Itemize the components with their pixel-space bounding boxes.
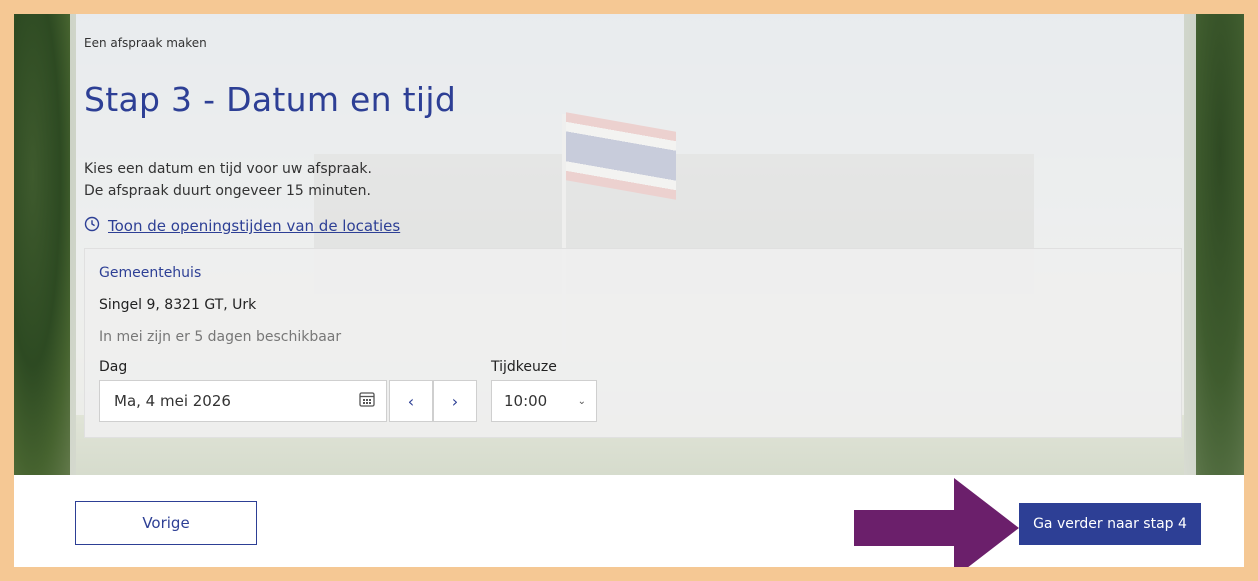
next-step-button[interactable]: Ga verder naar stap 4	[1019, 503, 1201, 545]
location-address: Singel 9, 8321 GT, Urk	[99, 297, 257, 313]
intro-line-1: Kies een datum en tijd voor uw afspraak.	[84, 161, 372, 177]
arrow-annotation	[854, 478, 1019, 567]
time-select[interactable]: 10:00 ⌄	[491, 380, 597, 422]
day-label: Dag	[99, 359, 128, 375]
availability-text: In mei zijn er 5 dagen beschikbaar	[99, 329, 342, 345]
page-frame: Een afspraak maken Stap 3 - Datum en tij…	[14, 14, 1244, 567]
chevron-left-icon[interactable]: ‹	[408, 392, 414, 411]
intro-line-2: De afspraak duurt ongeveer 15 minuten.	[84, 183, 371, 199]
location-card: Gemeentehuis Singel 9, 8321 GT, Urk In m…	[84, 248, 1182, 438]
date-input[interactable]: Ma, 4 mei 2026	[99, 380, 387, 422]
breadcrumb: Een afspraak maken	[84, 36, 207, 50]
time-label: Tijdkeuze	[491, 359, 557, 375]
clock-icon	[84, 216, 100, 236]
opening-hours-link[interactable]: Toon de openingstijden van de locaties	[84, 216, 400, 236]
hero-background: Een afspraak maken Stap 3 - Datum en tij…	[14, 14, 1244, 475]
chevron-right-icon[interactable]: ›	[452, 392, 458, 411]
tree-left	[14, 14, 76, 475]
intro-text: Kies een datum en tijd voor uw afspraak.…	[84, 158, 372, 202]
calendar-icon[interactable]	[358, 390, 376, 412]
previous-button[interactable]: Vorige	[75, 501, 257, 545]
page-title: Stap 3 - Datum en tijd	[84, 80, 457, 119]
location-name: Gemeentehuis	[99, 265, 202, 281]
date-value[interactable]: Ma, 4 mei 2026	[114, 392, 231, 410]
time-value[interactable]: 10:00	[504, 392, 547, 410]
previous-day-button[interactable]: ‹	[389, 380, 433, 422]
next-day-button[interactable]: ›	[433, 380, 477, 422]
chevron-down-icon[interactable]: ⌄	[578, 396, 586, 407]
opening-hours-label[interactable]: Toon de openingstijden van de locaties	[108, 217, 400, 235]
